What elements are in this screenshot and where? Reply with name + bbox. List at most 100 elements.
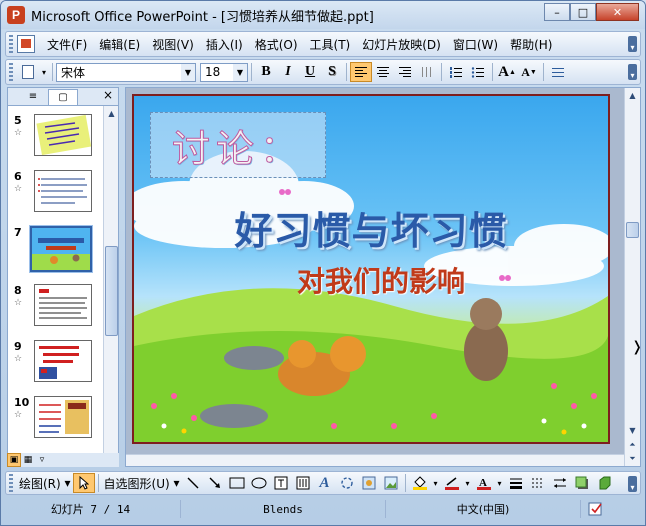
slide-subtitle-box[interactable]: 对我们的影响 [134,260,608,300]
toolbar-options-icon[interactable]: ▾ [628,476,637,492]
arrow-icon[interactable] [204,473,226,493]
underline-button[interactable]: U [299,62,321,82]
chevron-down-icon[interactable]: ▼ [233,63,247,81]
spelling-check-icon[interactable] [581,500,611,518]
picture-icon[interactable] [380,473,402,493]
window-title: Microsoft Office PowerPoint - [习惯培养从细节做起… [31,9,374,25]
scroll-thumb[interactable] [105,246,118,336]
grow-font-button[interactable]: A ▲ [496,62,518,82]
bold-button[interactable]: B [255,62,277,82]
scroll-thumb[interactable] [626,222,639,238]
bulleted-list-icon[interactable] [467,62,489,82]
line-color-icon[interactable] [441,473,463,493]
dropdown-arrow-icon[interactable]: ▾ [39,62,49,82]
align-center-icon[interactable] [372,62,394,82]
numbered-list-icon[interactable] [445,62,467,82]
toolbar-grip[interactable] [9,35,13,53]
chevron-down-icon[interactable]: ▾ [463,473,473,493]
font-color-icon[interactable]: A [473,473,495,493]
menu-window[interactable]: 窗口(W) [447,34,504,54]
minimize-button[interactable]: – [544,3,570,21]
dash-style-icon[interactable] [527,473,549,493]
slides-pane-scrollbar[interactable]: ▲ ▼ [103,106,118,466]
close-button[interactable]: ✕ [596,3,639,21]
slide-thumbnail[interactable] [34,396,92,438]
vertical-textbox-icon[interactable] [292,473,314,493]
3d-style-icon[interactable] [593,473,615,493]
previous-slide-icon[interactable]: ⏶ [625,437,640,452]
toolbar-options-icon[interactable]: ▾ [628,36,637,52]
fill-color-icon[interactable] [409,473,431,493]
toolbar-grip[interactable] [9,63,13,81]
slide-thumbnail-item[interactable]: 8 ☆ [8,284,104,336]
slide-thumbnail-item[interactable]: 9 ☆ [8,340,104,392]
slide-thumbnail-item[interactable]: 6 ☆ [8,170,104,222]
slide-thumbnail-item[interactable]: 5 ☆ [8,114,104,166]
tab-slides[interactable]: ▢ [48,88,78,105]
current-slide[interactable]: 讨论： 好习惯与坏习惯 对我们的影响 [132,94,610,444]
diagram-icon[interactable] [336,473,358,493]
next-slide-icon[interactable]: ⏷ [625,451,640,466]
menu-format[interactable]: 格式(O) [249,34,304,54]
oval-icon[interactable] [248,473,270,493]
arrow-style-icon[interactable] [549,473,571,493]
line-icon[interactable] [182,473,204,493]
normal-view-icon[interactable]: ▣ [7,453,21,467]
discussion-textbox[interactable]: 讨论： [150,112,326,178]
textbox-icon[interactable] [270,473,292,493]
document-icon[interactable] [17,35,35,53]
toolbar-grip[interactable] [9,474,13,492]
slide-sorter-view-icon[interactable]: ▦ [21,453,35,467]
editor-vertical-scrollbar[interactable]: ▲ ▼ ⏶ ⏷ [624,88,640,466]
slide-thumbnail[interactable] [34,170,92,212]
menu-insert[interactable]: 插入(I) [200,34,249,54]
slide-thumbnail-item[interactable]: 10 ☆ [8,396,104,448]
shrink-font-button[interactable]: A ▼ [518,62,540,82]
autoshapes-menu[interactable]: 自选图形(U) ▾ [102,473,182,493]
slide-thumbnail-item[interactable]: 7 [8,225,104,278]
slide-title-box[interactable]: 好习惯与坏习惯 [134,200,608,255]
maximize-button[interactable]: □ [570,3,596,21]
scroll-down-icon[interactable]: ▼ [625,423,640,438]
font-name-value: 宋体 [61,65,86,80]
menu-help[interactable]: 帮助(H) [504,34,558,54]
new-document-icon[interactable] [17,62,39,82]
font-name-select[interactable]: 宋体 ▼ [56,62,196,82]
menu-slideshow[interactable]: 幻灯片放映(D) [356,34,447,54]
slideshow-view-icon[interactable]: ▿ [35,453,49,467]
separator [97,474,99,492]
chevron-down-icon[interactable]: ▾ [495,473,505,493]
design-icon[interactable] [547,62,569,82]
tab-outline[interactable]: ≡ [18,89,48,105]
menu-edit[interactable]: 编辑(E) [93,34,146,54]
shadow-style-icon[interactable] [571,473,593,493]
scroll-up-icon[interactable]: ▲ [104,106,119,121]
scroll-up-icon[interactable]: ▲ [625,88,640,103]
chevron-down-icon[interactable]: ▼ [181,63,195,81]
slide-thumbnail[interactable] [34,340,92,382]
font-size-select[interactable]: 18 ▼ [200,62,248,82]
text-direction-icon[interactable] [416,62,438,82]
close-icon[interactable]: × [103,88,113,102]
chevron-down-icon[interactable]: ▾ [431,473,441,493]
menu-file[interactable]: 文件(F) [41,34,93,54]
draw-menu[interactable]: 绘图(R) ▾ [17,473,73,493]
editor-horizontal-scrollbar[interactable] [126,454,624,466]
align-right-icon[interactable] [394,62,416,82]
slide-indicator: 幻灯片 7 / 14 [1,500,181,518]
animation-star-icon: ☆ [14,128,23,138]
clipart-icon[interactable] [358,473,380,493]
align-left-icon[interactable] [350,62,372,82]
slide-thumbnail-selected[interactable] [29,225,93,273]
shadow-button[interactable]: S [321,62,343,82]
slide-thumbnail[interactable] [34,284,92,326]
toolbar-options-icon[interactable]: ▾ [628,64,637,80]
wordart-icon[interactable]: A [314,473,336,493]
rectangle-icon[interactable] [226,473,248,493]
select-objects-icon[interactable] [72,473,95,493]
line-style-icon[interactable] [505,473,527,493]
menu-view[interactable]: 视图(V) [146,34,200,54]
menu-tools[interactable]: 工具(T) [304,34,357,54]
italic-button[interactable]: I [277,62,299,82]
slide-thumbnail[interactable] [34,114,92,156]
